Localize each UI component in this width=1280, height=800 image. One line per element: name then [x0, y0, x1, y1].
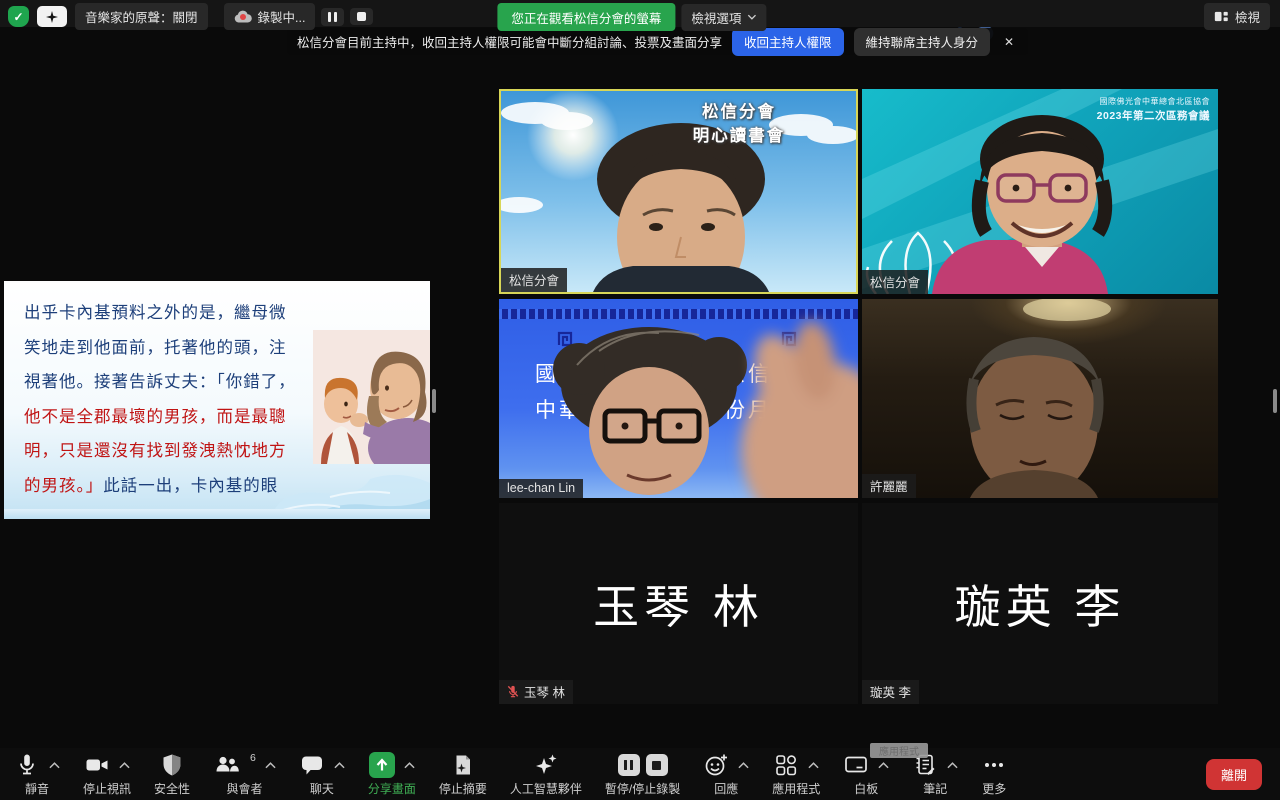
stop-video-button[interactable]: 停止視訊 [83, 751, 131, 797]
top-bar-center-group: 您正在觀看松信分會的螢幕 檢視選項 [497, 3, 766, 31]
video-tile-3[interactable]: 國際佛光會 中華總會 松信分會 月份月例會 [499, 299, 858, 498]
video-tile-1[interactable]: 松信分會 明心讀書會 松信分會 [499, 89, 858, 294]
original-sound-button[interactable]: 音樂家的原聲：關閉 [75, 3, 208, 30]
view-options-button[interactable]: 檢視選項 [681, 4, 766, 31]
shield-icon [159, 752, 185, 778]
viewing-banner: 您正在觀看松信分會的螢幕 [497, 3, 675, 31]
right-edge-handle[interactable] [1273, 389, 1277, 413]
video-tile-2[interactable]: 國際佛光會中華總會北區協會 2023年第二次區務會議 松信分會 [862, 89, 1218, 294]
chevron-up-icon[interactable] [334, 762, 345, 769]
share-screen-icon [369, 752, 395, 778]
zoom-meeting-window: ✓ 音樂家的原聲：關閉 錄製中... [0, 0, 1280, 800]
stop-summary-button[interactable]: 停止摘要 [439, 751, 487, 797]
share-screen-button[interactable]: 分享畫面 [368, 751, 416, 797]
participants-button[interactable]: 6 與會者 [213, 751, 276, 797]
video-tile-6[interactable]: 璇英 李 璇英 李 [862, 503, 1218, 704]
top-bar: ✓ 音樂家的原聲：關閉 錄製中... [0, 0, 1280, 27]
slide-text-line: 視著他。接著告訴丈夫：「你錯了， [24, 365, 296, 400]
leave-button[interactable]: 離開 [1206, 759, 1262, 790]
chevron-up-icon[interactable] [404, 762, 415, 769]
slide-text-line: 他不是全郡最壞的男孩，而是最聰 [24, 400, 296, 435]
summary-document-icon [450, 752, 476, 778]
participant-name-tag: 松信分會 [501, 268, 567, 292]
top-bar-left-group: ✓ 音樂家的原聲：關閉 錄製中... [8, 3, 373, 30]
muted-mic-icon [507, 685, 519, 698]
recording-indicator[interactable]: 錄製中... [224, 3, 316, 30]
participant-name-tag: lee-chan Lin [499, 479, 583, 498]
sparkle-icon [45, 10, 59, 24]
chevron-up-icon[interactable] [947, 762, 958, 769]
participant-name-tag: 璇英 李 [862, 680, 919, 704]
chevron-up-icon[interactable] [265, 762, 276, 769]
apps-button[interactable]: 應用程式 [772, 751, 820, 797]
participants-count-badge: 6 [250, 752, 256, 764]
slide-bottom-strip [4, 509, 430, 519]
chevron-up-icon[interactable] [738, 762, 749, 769]
video-tile-5[interactable]: 玉琴 林 玉琴 林 [499, 503, 858, 704]
security-check-icon[interactable]: ✓ [8, 6, 29, 27]
chevron-up-icon[interactable] [49, 762, 60, 769]
chevron-up-icon[interactable] [119, 762, 130, 769]
smiley-plus-icon [703, 752, 729, 778]
slide-text-line: 出乎卡內基預料之外的是，繼母微 [24, 296, 296, 331]
participant-video-placeholder [862, 299, 1218, 498]
video-overlay-text: 松信分會 明心讀書會 [664, 100, 814, 148]
recording-cluster: 錄製中... [224, 3, 373, 30]
gallery-view-icon [1214, 9, 1229, 24]
notification-message: 松信分會目前主持中，收回主持人權限可能會中斷分組討論、投票及畫面分享 [297, 32, 722, 51]
pause-stop-recording-button[interactable]: 暫停/停止錄製 [605, 751, 680, 797]
mother-and-boy-illustration [313, 330, 430, 464]
participant-display-name: 璇英 李 [862, 503, 1218, 704]
participants-icon [213, 752, 240, 778]
chevron-up-icon[interactable] [878, 762, 889, 769]
pane-resize-handle[interactable] [432, 389, 436, 413]
ai-sparkle-icon [533, 752, 559, 778]
video-camera-icon [84, 752, 110, 778]
participant-video-placeholder [499, 299, 858, 498]
tooltip-remnant: 應用程式 [870, 743, 928, 758]
microphone-icon [14, 752, 40, 778]
participant-display-name: 玉琴 林 [499, 503, 858, 704]
reactions-button[interactable]: 回應 [703, 751, 749, 797]
video-corner-text: 國際佛光會中華總會北區協會 2023年第二次區務會議 [1097, 96, 1210, 123]
host-notification-bar: 松信分會目前主持中，收回主持人權限可能會中斷分組討論、投票及畫面分享 收回主持人… [287, 28, 1028, 55]
view-button[interactable]: 檢視 [1204, 3, 1270, 30]
security-button[interactable]: 安全性 [154, 751, 190, 797]
chat-button[interactable]: 聊天 [299, 751, 345, 797]
chevron-down-icon [747, 14, 756, 20]
video-tile-4[interactable]: 許麗麗 [862, 299, 1218, 498]
participant-name-tag: 許麗麗 [862, 474, 916, 498]
shared-screen-slide: 出乎卡內基預料之外的是，繼母微笑地走到他面前，托著他的頭，注視著他。接著告訴丈夫… [4, 281, 430, 519]
more-dots-icon [981, 752, 1007, 778]
apps-grid-icon [773, 752, 799, 778]
participant-name-tag: 松信分會 [862, 270, 928, 294]
stop-recording-icon[interactable] [646, 754, 668, 776]
pause-recording-button[interactable] [321, 8, 344, 26]
chevron-up-icon[interactable] [808, 762, 819, 769]
ai-companion-sparkle-icon[interactable] [37, 6, 67, 27]
mute-button[interactable]: 靜音 [14, 751, 60, 797]
top-bar-right-group: 檢視 [1204, 3, 1270, 30]
stop-icon [357, 12, 366, 21]
pause-icon [328, 12, 337, 22]
reclaim-host-button[interactable]: 收回主持人權限 [732, 28, 844, 56]
stop-recording-button[interactable] [350, 8, 373, 25]
pause-recording-icon[interactable] [618, 754, 640, 776]
cloud-recording-icon [234, 10, 252, 23]
ai-companion-button[interactable]: 人工智慧夥伴 [510, 751, 582, 797]
chat-bubble-icon [299, 752, 325, 778]
close-notification-button[interactable]: ✕ [1000, 33, 1018, 51]
more-button[interactable]: 更多 [981, 751, 1007, 797]
participant-name-tag: 玉琴 林 [499, 680, 573, 704]
whiteboard-icon [843, 752, 869, 778]
bottom-toolbar: 靜音 停止視訊 安全性 [0, 748, 1280, 800]
keep-cohost-button[interactable]: 維持聯席主持人身分 [854, 28, 991, 56]
slide-text-line: 笑地走到他面前，托著他的頭，注 [24, 331, 296, 366]
